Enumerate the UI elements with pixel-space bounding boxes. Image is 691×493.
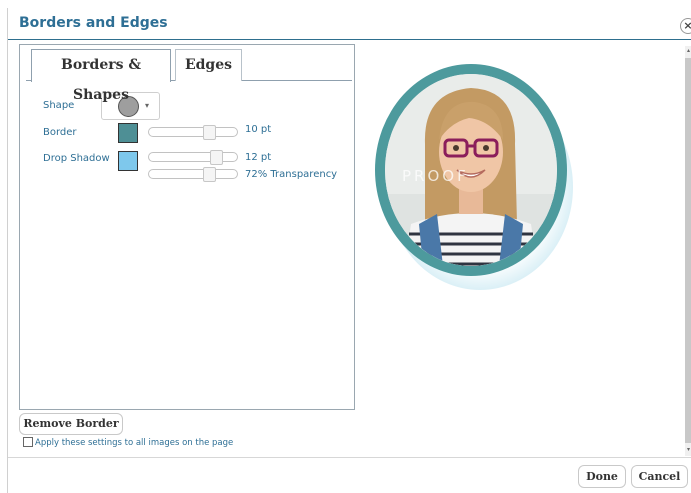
scroll-thumb[interactable]: [685, 58, 691, 443]
bordered-photo: PROOF: [375, 64, 567, 276]
drop-shadow-size-slider-thumb[interactable]: [210, 150, 223, 165]
scroll-down-icon[interactable]: ▾: [685, 445, 691, 455]
done-button[interactable]: Done: [578, 465, 626, 488]
footer-divider: [8, 457, 691, 458]
dialog-title-bar: Borders and Edges: [8, 8, 691, 40]
drop-shadow-size-value: 12 pt: [245, 152, 272, 163]
tab-borders-shapes[interactable]: Borders & Shapes: [31, 49, 171, 103]
borders-edges-dialog: Borders and Edges × ▴ ▾ Borders & Shapes…: [7, 8, 691, 493]
drop-shadow-color-swatch[interactable]: [118, 151, 138, 171]
drop-shadow-transparency-slider[interactable]: [148, 167, 238, 182]
apply-all-label[interactable]: Apply these settings to all images on th…: [35, 438, 233, 448]
settings-panel: Borders & Shapes Edges Shape ▾ Border 10…: [19, 44, 355, 410]
remove-border-button[interactable]: Remove Border: [19, 413, 123, 435]
close-button[interactable]: ×: [680, 18, 691, 34]
vertical-scrollbar[interactable]: ▴ ▾: [685, 46, 691, 456]
tab-edges[interactable]: Edges: [175, 49, 242, 81]
dialog-title: Borders and Edges: [19, 15, 168, 31]
border-label: Border: [43, 127, 77, 138]
cancel-button[interactable]: Cancel: [631, 465, 688, 488]
proof-watermark: PROOF: [402, 167, 469, 185]
drop-shadow-size-slider[interactable]: [148, 150, 238, 165]
drop-shadow-transparency-value: 72% Transparency: [245, 169, 338, 180]
drop-shadow-label: Drop Shadow: [43, 153, 110, 164]
drop-shadow-transparency-slider-thumb[interactable]: [203, 167, 216, 182]
border-size-value: 10 pt: [245, 124, 272, 135]
border-size-slider[interactable]: [148, 125, 238, 140]
border-size-slider-thumb[interactable]: [203, 125, 216, 140]
image-preview: PROOF: [373, 64, 573, 294]
shape-label: Shape: [43, 100, 75, 111]
scroll-up-icon[interactable]: ▴: [685, 46, 691, 56]
border-color-swatch[interactable]: [118, 123, 138, 143]
apply-all-checkbox[interactable]: [23, 437, 33, 447]
chevron-down-icon: ▾: [145, 101, 150, 110]
